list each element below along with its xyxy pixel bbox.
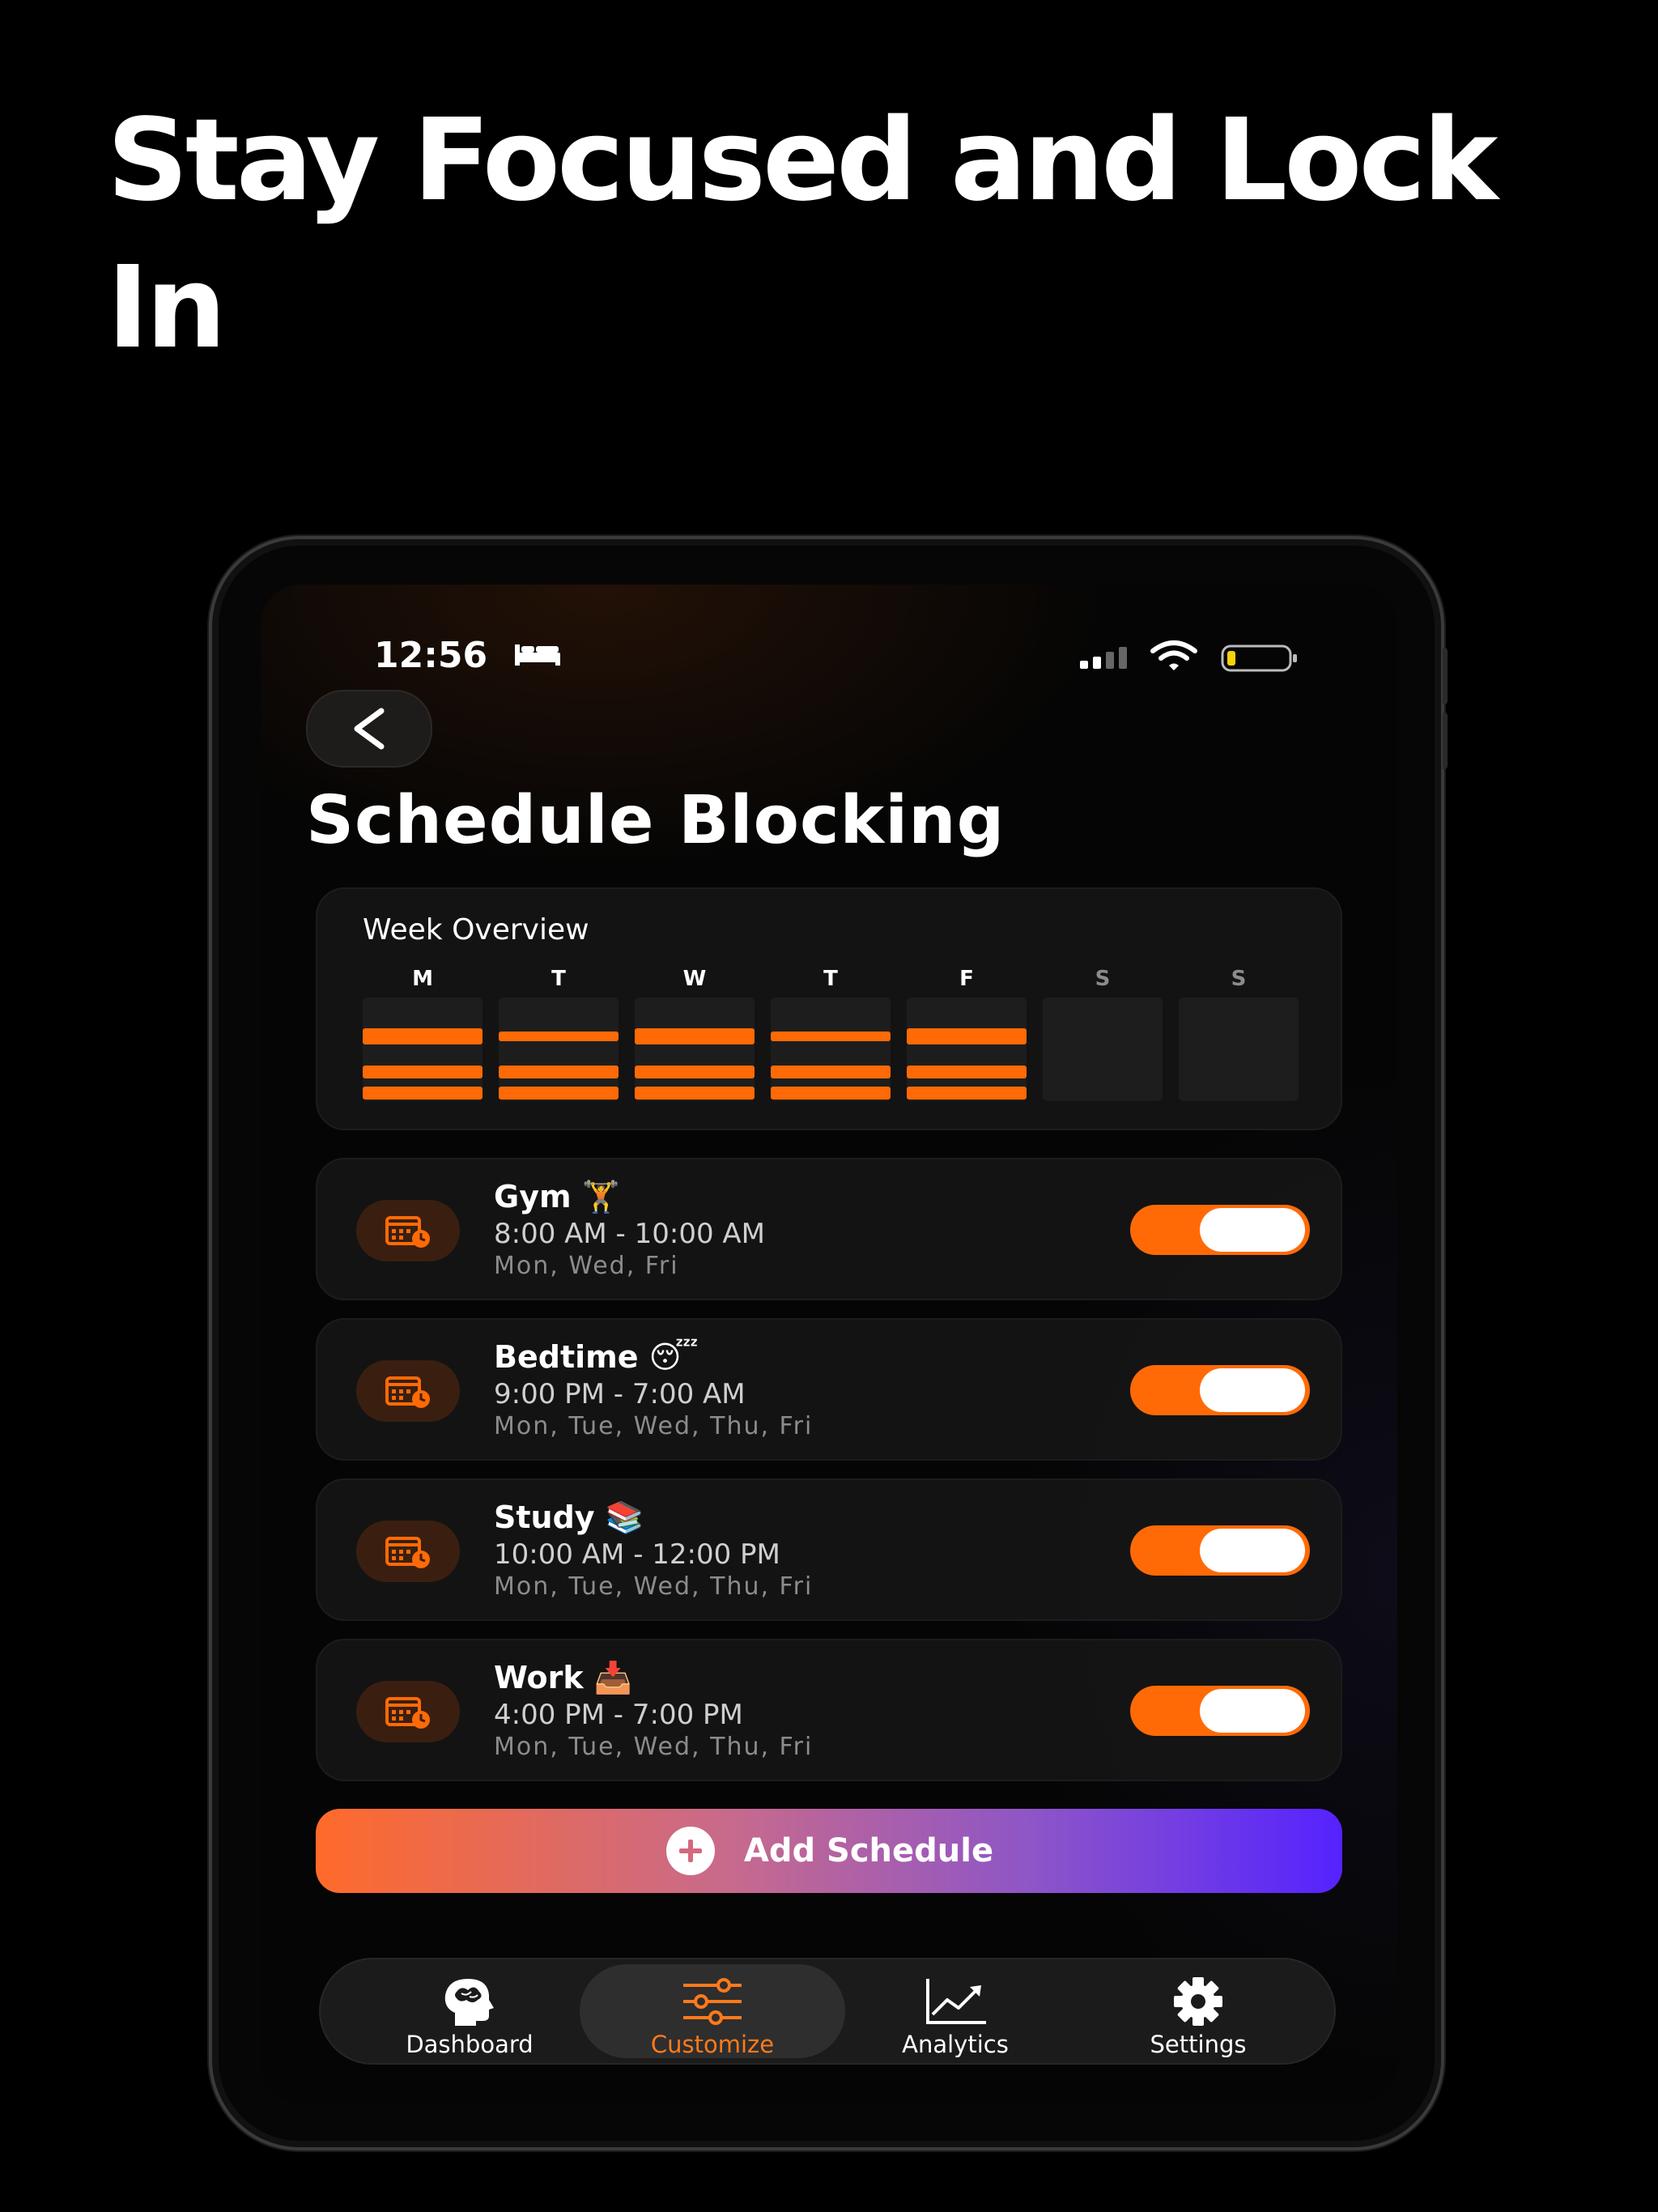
week-day-label: T bbox=[551, 967, 566, 991]
toggle-knob bbox=[1200, 1529, 1305, 1572]
schedule-time: 8:00 AM - 10:00 AM bbox=[494, 1218, 766, 1250]
schedule-block-bar bbox=[771, 1087, 891, 1100]
schedule-card[interactable]: Gym 🏋️ 8:00 AM - 10:00 AM Mon, Wed, Fri bbox=[316, 1158, 1342, 1300]
gear-icon bbox=[1174, 1977, 1222, 2026]
calendar-clock-icon bbox=[356, 1360, 460, 1422]
tab-analytics[interactable]: Analytics bbox=[823, 1964, 1088, 2058]
schedule-toggle[interactable] bbox=[1130, 1205, 1310, 1255]
battery-icon bbox=[1221, 644, 1297, 672]
add-schedule-label: Add Schedule bbox=[743, 1832, 994, 1870]
add-schedule-button[interactable]: Add Schedule bbox=[316, 1809, 1342, 1893]
week-overview-title: Week Overview bbox=[363, 913, 589, 946]
back-button[interactable] bbox=[306, 690, 432, 768]
status-time: 12:56 bbox=[374, 635, 488, 676]
schedule-name: Work 📥 bbox=[494, 1660, 633, 1695]
tab-label: Analytics bbox=[902, 2031, 1009, 2058]
tab-label: Settings bbox=[1150, 2031, 1247, 2058]
schedule-block-bar bbox=[499, 1032, 619, 1041]
tab-customize[interactable]: Customize bbox=[580, 1964, 845, 2058]
app-screen: 12:56 Schedule Blocking Week Overview M … bbox=[261, 585, 1397, 2104]
schedule-block-bar bbox=[907, 1028, 1027, 1044]
schedule-block-bar bbox=[771, 1066, 891, 1078]
page-title: Schedule Blocking bbox=[306, 782, 1005, 859]
schedule-name: Gym 🏋️ bbox=[494, 1179, 621, 1214]
week-day-label: M bbox=[412, 967, 433, 991]
schedule-toggle[interactable] bbox=[1130, 1686, 1310, 1736]
schedule-block-bar bbox=[771, 1032, 891, 1041]
tab-label: Dashboard bbox=[406, 2031, 534, 2058]
cellular-signal-icon bbox=[1080, 647, 1127, 669]
schedule-toggle[interactable] bbox=[1130, 1365, 1310, 1415]
week-overview-card: Week Overview M T W T F S S bbox=[316, 887, 1342, 1130]
tab-settings[interactable]: Settings bbox=[1065, 1964, 1331, 2058]
schedule-card[interactable]: Bedtime 😴 9:00 PM - 7:00 AM Mon, Tue, Wed,… bbox=[316, 1318, 1342, 1461]
schedule-days: Mon, Tue, Wed, Thu, Fri bbox=[494, 1733, 814, 1761]
plus-circle-icon bbox=[665, 1827, 715, 1875]
week-day-column bbox=[771, 998, 891, 1101]
schedule-block-bar bbox=[499, 1066, 619, 1078]
schedule-card[interactable]: Work 📥 4:00 PM - 7:00 PM Mon, Tue, Wed, Th… bbox=[316, 1639, 1342, 1781]
week-day-label: S bbox=[1095, 967, 1111, 991]
tab-dashboard[interactable]: Dashboard bbox=[337, 1964, 602, 2058]
toggle-knob bbox=[1200, 1689, 1305, 1733]
sliders-icon bbox=[683, 1978, 742, 2025]
tab-bar: Dashboard Customize Analytics Settings bbox=[319, 1958, 1336, 2065]
calendar-clock-icon bbox=[356, 1521, 460, 1582]
schedule-time: 4:00 PM - 7:00 PM bbox=[494, 1699, 743, 1731]
schedule-block-bar bbox=[363, 1087, 483, 1100]
bed-icon bbox=[515, 644, 560, 666]
week-day-column bbox=[907, 998, 1027, 1101]
schedule-time: 10:00 AM - 12:00 PM bbox=[494, 1538, 780, 1571]
schedule-block-bar bbox=[635, 1087, 755, 1100]
toggle-knob bbox=[1200, 1208, 1305, 1252]
wifi-icon bbox=[1150, 640, 1197, 670]
schedule-block-bar bbox=[907, 1066, 1027, 1078]
schedule-block-bar bbox=[635, 1028, 755, 1044]
schedule-name: Bedtime 😴 bbox=[494, 1339, 699, 1375]
schedule-block-bar bbox=[907, 1087, 1027, 1100]
week-day-label: S bbox=[1231, 967, 1247, 991]
calendar-clock-icon bbox=[356, 1681, 460, 1742]
schedule-block-bar bbox=[363, 1066, 483, 1078]
schedule-days: Mon, Wed, Fri bbox=[494, 1252, 679, 1280]
chevron-left-icon bbox=[354, 708, 385, 750]
schedule-block-bar bbox=[635, 1066, 755, 1078]
week-day-label: W bbox=[682, 967, 707, 991]
week-day-label: F bbox=[959, 967, 974, 991]
week-day-column bbox=[1179, 998, 1299, 1101]
headline: Stay Focused and Lock In bbox=[107, 95, 1499, 374]
schedule-block-bar bbox=[363, 1028, 483, 1044]
schedule-time: 9:00 PM - 7:00 AM bbox=[494, 1378, 746, 1410]
tab-label: Customize bbox=[650, 2031, 775, 2058]
schedule-name: Study 📚 bbox=[494, 1499, 644, 1535]
schedule-block-bar bbox=[499, 1087, 619, 1100]
schedule-days: Mon, Tue, Wed, Thu, Fri bbox=[494, 1412, 814, 1440]
brain-head-icon bbox=[444, 1979, 494, 2026]
volume-button bbox=[1443, 648, 1448, 704]
toggle-knob bbox=[1200, 1368, 1305, 1412]
volume-button bbox=[1443, 713, 1448, 769]
week-day-column bbox=[1043, 998, 1163, 1101]
week-day-column bbox=[499, 998, 619, 1101]
status-bar: 12:56 bbox=[261, 607, 1397, 676]
calendar-clock-icon bbox=[356, 1200, 460, 1261]
week-day-label: T bbox=[823, 967, 838, 991]
week-day-column bbox=[635, 998, 755, 1101]
week-day-column bbox=[363, 998, 483, 1101]
chart-icon bbox=[926, 1979, 986, 2024]
schedule-toggle[interactable] bbox=[1130, 1525, 1310, 1576]
schedule-days: Mon, Tue, Wed, Thu, Fri bbox=[494, 1572, 814, 1601]
schedule-card[interactable]: Study 📚 10:00 AM - 12:00 PM Mon, Tue, Wed,… bbox=[316, 1478, 1342, 1621]
